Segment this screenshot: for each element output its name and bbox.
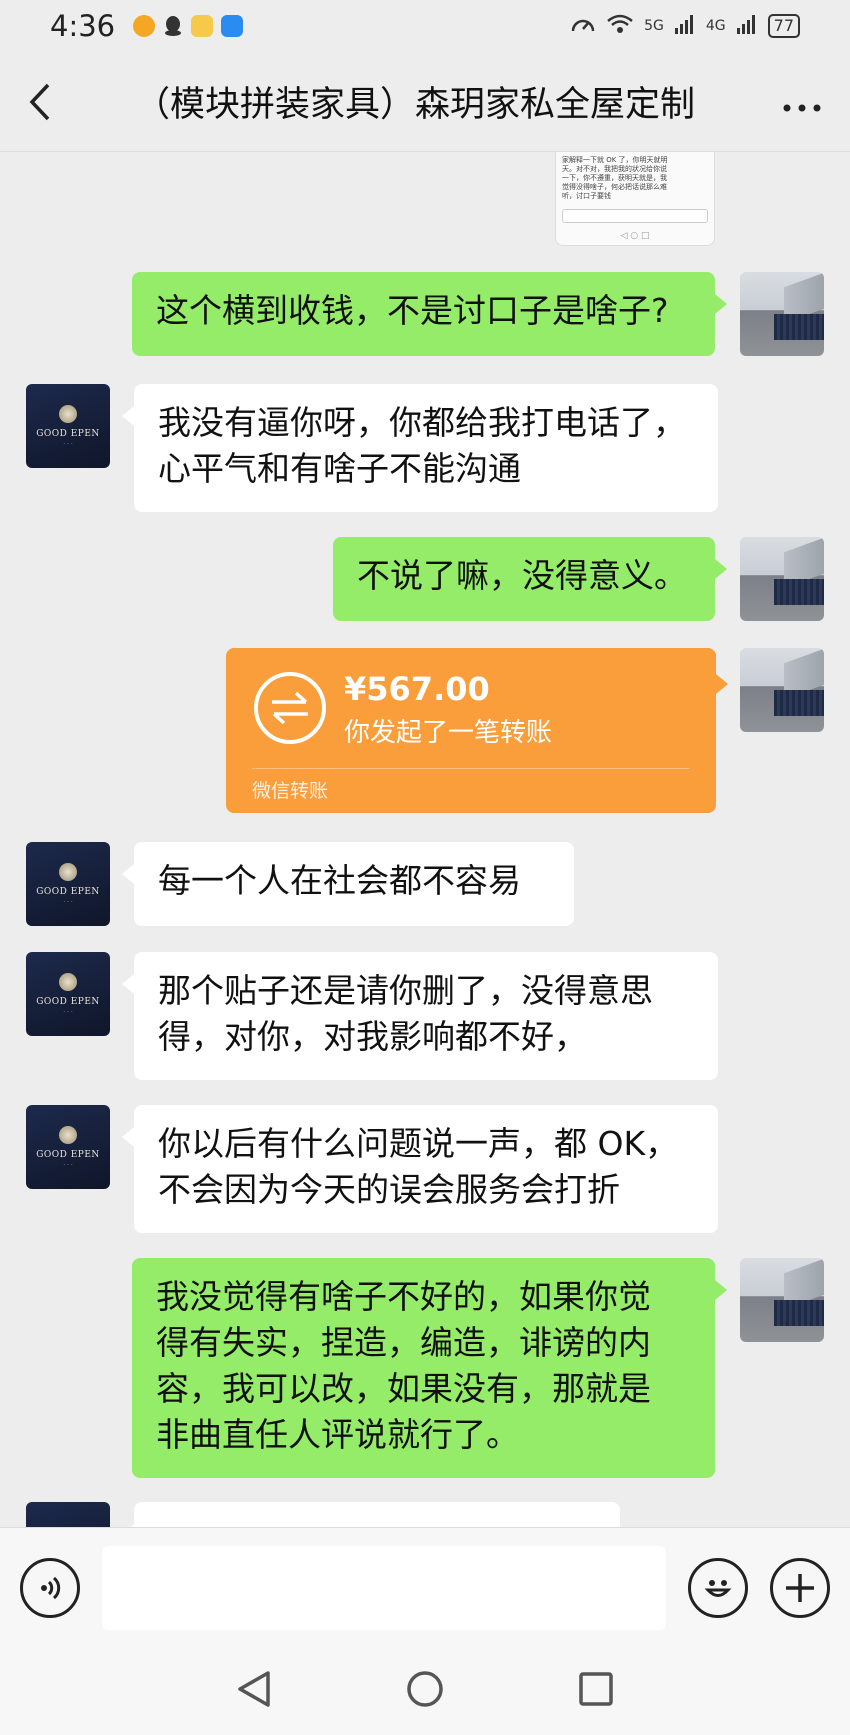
contact-avatar[interactable]: GOOD EPEN · · · bbox=[26, 952, 110, 1036]
emoji-icon bbox=[704, 1579, 732, 1597]
message-bubble-outgoing[interactable]: 我没觉得有啥子不好的，如果你觉 得有失实，捏造，编造，诽谤的内 容，我可以改，如… bbox=[132, 1258, 727, 1478]
add-button[interactable] bbox=[770, 1557, 830, 1618]
image-message-thumbnail[interactable]: 家解释一下就 OK 了，你明天就明 天。对不对，我把我的状况给你说 一下，你不遵… bbox=[555, 152, 715, 246]
input-actions bbox=[688, 1557, 830, 1618]
brand-logo-icon bbox=[59, 972, 77, 991]
chat-header: （模块拼装家具）森玥家私全屋定制 bbox=[0, 52, 850, 152]
message-bubble-incoming[interactable]: 你以后有什么问题说一声，都 OK， 不会因为今天的误会服务会打折 bbox=[122, 1105, 718, 1233]
network-4g-label: 4G bbox=[705, 18, 726, 34]
square-recents-icon bbox=[578, 1672, 613, 1706]
message-bubble-outgoing[interactable]: 这个横到收钱，不是讨口子是啥子? bbox=[132, 272, 727, 356]
contact-avatar[interactable]: GOOD EPEN · · · bbox=[26, 842, 110, 926]
wifi-icon bbox=[606, 13, 634, 39]
message-bubble-incoming-partial[interactable] bbox=[122, 1502, 620, 1527]
signal-icon-2 bbox=[736, 13, 758, 39]
brand-logo-icon bbox=[59, 404, 77, 423]
contact-avatar[interactable]: GOOD EPEN · · · bbox=[26, 1105, 110, 1189]
transfer-footer: 微信转账 bbox=[252, 780, 329, 802]
contact-avatar[interactable] bbox=[26, 1502, 110, 1527]
image-message-text: 家解释一下就 OK 了，你明天就明 天。对不对，我把我的状况给你说 一下，你不遵… bbox=[562, 156, 668, 200]
qq-icon bbox=[163, 15, 183, 37]
voice-button[interactable] bbox=[20, 1557, 80, 1618]
message-bubble-incoming[interactable]: 每一个人在社会都不容易 bbox=[122, 842, 574, 926]
emoji-button[interactable] bbox=[688, 1557, 748, 1618]
signal-icon-1 bbox=[674, 13, 696, 39]
notification-icon-1 bbox=[133, 15, 156, 37]
transfer-divider bbox=[252, 768, 690, 769]
notification-icon-3 bbox=[191, 15, 214, 37]
speed-icon bbox=[570, 13, 596, 39]
chat-title: （模块拼装家具）森玥家私全屋定制 bbox=[134, 85, 695, 125]
brand-logo-icon bbox=[59, 1125, 77, 1144]
transfer-card[interactable]: ¥567.00 你发起了一笔转账 微信转账 bbox=[226, 648, 728, 813]
plus-icon bbox=[786, 1573, 814, 1602]
contact-avatar[interactable]: GOOD EPEN · · · bbox=[26, 384, 110, 468]
my-avatar[interactable] bbox=[740, 272, 824, 356]
back-button[interactable] bbox=[28, 72, 78, 132]
transfer-description: 你发起了一笔转账 bbox=[344, 718, 553, 748]
status-left: 4:36 bbox=[50, 9, 244, 43]
voice-icon bbox=[41, 1576, 61, 1599]
image-message-navbar: ◁ ○ □ bbox=[620, 231, 650, 241]
transfer-icon bbox=[254, 672, 326, 744]
input-bar bbox=[0, 1527, 850, 1647]
status-time: 4:36 bbox=[50, 9, 116, 43]
my-avatar[interactable] bbox=[740, 1258, 824, 1342]
circle-home-icon bbox=[407, 1671, 443, 1707]
transfer-amount: ¥567.00 bbox=[344, 670, 490, 708]
message-bubble-incoming[interactable]: 那个贴子还是请你删了，没得意思 得，对你，对我影响都不好， bbox=[122, 952, 718, 1080]
nav-recents-button[interactable] bbox=[578, 1671, 614, 1711]
triangle-back-icon bbox=[238, 1671, 271, 1707]
message-input[interactable] bbox=[102, 1545, 666, 1630]
system-nav-bar bbox=[0, 1647, 850, 1735]
nav-home-button[interactable] bbox=[405, 1669, 445, 1713]
brand-logo-text: GOOD EPEN bbox=[36, 886, 100, 897]
message-bubble-incoming[interactable]: 我没有逼你呀，你都给我打电话了， 心平气和有啥子不能沟通 bbox=[122, 384, 718, 512]
status-right: 5G 4G 77 bbox=[570, 13, 800, 39]
nav-back-button[interactable] bbox=[236, 1669, 272, 1713]
battery-icon: 77 bbox=[767, 14, 800, 38]
my-avatar[interactable] bbox=[740, 648, 824, 732]
my-avatar[interactable] bbox=[740, 537, 824, 621]
more-dots-icon bbox=[783, 104, 821, 112]
status-bar: 4:36 5G 4G 77 bbox=[0, 0, 850, 52]
brand-logo-icon bbox=[59, 862, 77, 881]
chat-messages[interactable]: 家解释一下就 OK 了，你明天就明 天。对不对，我把我的状况给你说 一下，你不遵… bbox=[0, 152, 850, 1527]
image-message-inputbar bbox=[562, 209, 708, 223]
message-bubble-outgoing[interactable]: 不说了嘛，没得意义。 bbox=[333, 537, 727, 621]
chevron-left-icon bbox=[29, 83, 50, 120]
notification-icon-4 bbox=[221, 15, 244, 37]
brand-logo-text: GOOD EPEN bbox=[36, 428, 100, 439]
network-5g-label: 5G bbox=[644, 18, 664, 34]
brand-logo-text: GOOD EPEN bbox=[36, 1149, 100, 1160]
more-options-button[interactable] bbox=[752, 81, 822, 122]
brand-logo-text: GOOD EPEN bbox=[36, 996, 100, 1007]
